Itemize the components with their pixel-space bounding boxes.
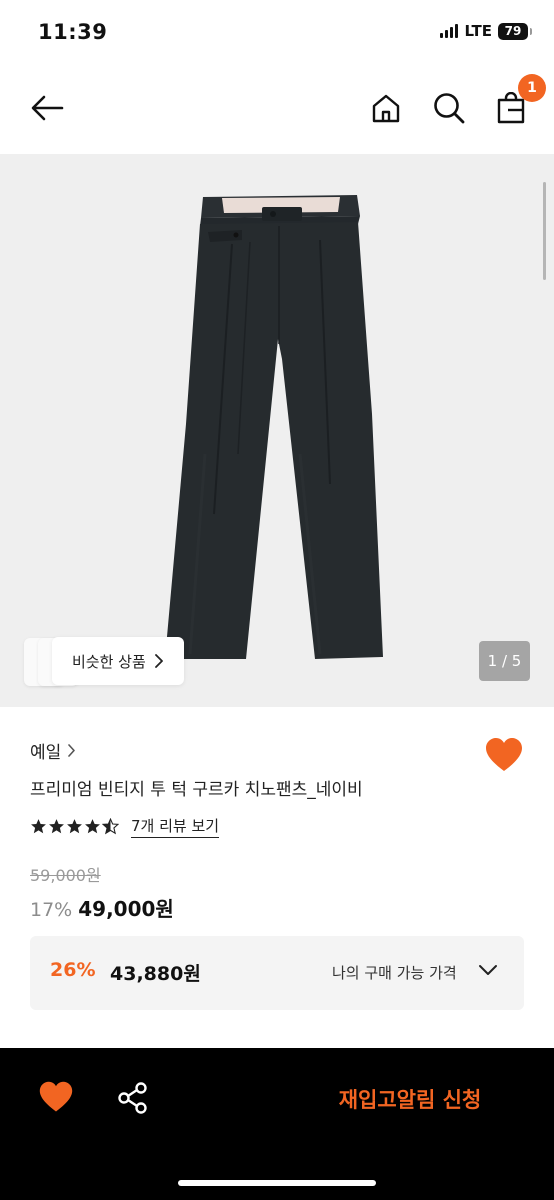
- cart-button[interactable]: 1: [491, 74, 546, 128]
- review-link[interactable]: 7개 리뷰 보기: [131, 815, 220, 838]
- search-icon: [434, 93, 465, 124]
- back-arrow-icon: [31, 95, 64, 121]
- discount-rate: 17%: [30, 899, 73, 921]
- star-full-icon: [85, 819, 100, 834]
- star-full-icon: [31, 819, 46, 834]
- status-indicators: LTE 79: [440, 22, 532, 40]
- share-button[interactable]: [115, 1080, 151, 1116]
- product-image-gallery[interactable]: 비슷한 상품 1 / 5: [0, 154, 554, 707]
- share-icon: [118, 1082, 147, 1114]
- signal-icon: [440, 24, 459, 38]
- back-button[interactable]: [27, 88, 67, 128]
- rating-row: 7개 리뷰 보기: [30, 815, 220, 838]
- heart-icon: [39, 1081, 73, 1112]
- price-row: 17% 49,000원: [30, 893, 174, 922]
- home-indicator: [178, 1180, 376, 1186]
- purchase-price: 43,880원: [110, 963, 201, 985]
- nav-bar: 1: [0, 66, 554, 154]
- heart-icon: [486, 738, 522, 771]
- star-full-icon: [49, 819, 64, 834]
- brand-link[interactable]: 예일: [30, 738, 76, 763]
- product-photo: [165, 195, 383, 659]
- like-button[interactable]: [484, 736, 524, 776]
- similar-products-button[interactable]: 비슷한 상품: [52, 637, 184, 685]
- home-button[interactable]: [366, 88, 406, 128]
- bottom-action-bar: 재입고알림 신청: [0, 1048, 554, 1200]
- star-full-icon: [67, 819, 82, 834]
- original-price: 59,000원: [30, 866, 101, 885]
- battery-icon: 79: [498, 22, 532, 40]
- sale-price: 49,000원: [78, 897, 174, 921]
- chevron-right-icon: [154, 654, 163, 668]
- star-half-icon: [102, 818, 119, 835]
- rating-stars: [30, 818, 119, 835]
- purchase-discount-rate: 26%: [50, 959, 96, 981]
- status-time: 11:39: [38, 20, 108, 44]
- chevron-right-icon: [68, 744, 76, 757]
- home-icon: [372, 94, 400, 123]
- chevron-down-icon: [479, 965, 497, 975]
- status-bar: 11:39 LTE 79: [0, 0, 554, 66]
- brand-name: 예일: [30, 743, 62, 763]
- network-type: LTE: [464, 22, 492, 40]
- search-button[interactable]: [429, 88, 469, 128]
- battery-level: 79: [504, 24, 522, 38]
- similar-products-label: 비슷한 상품: [72, 652, 146, 671]
- product-title: 프리미엄 빈티지 투 턱 구르카 치노팬츠_네이비: [30, 780, 363, 800]
- gallery-scroll-indicator: [543, 182, 546, 280]
- restock-alert-button[interactable]: 재입고알림 신청: [310, 1084, 510, 1114]
- purchase-price-label: 나의 구매 가능 가격: [332, 964, 457, 982]
- cart-count-badge: 1: [518, 74, 546, 102]
- image-page-counter: 1 / 5: [479, 641, 530, 681]
- my-purchase-price-dropdown[interactable]: 26% 43,880원 나의 구매 가능 가격: [30, 936, 524, 1010]
- bottom-like-button[interactable]: [38, 1080, 74, 1116]
